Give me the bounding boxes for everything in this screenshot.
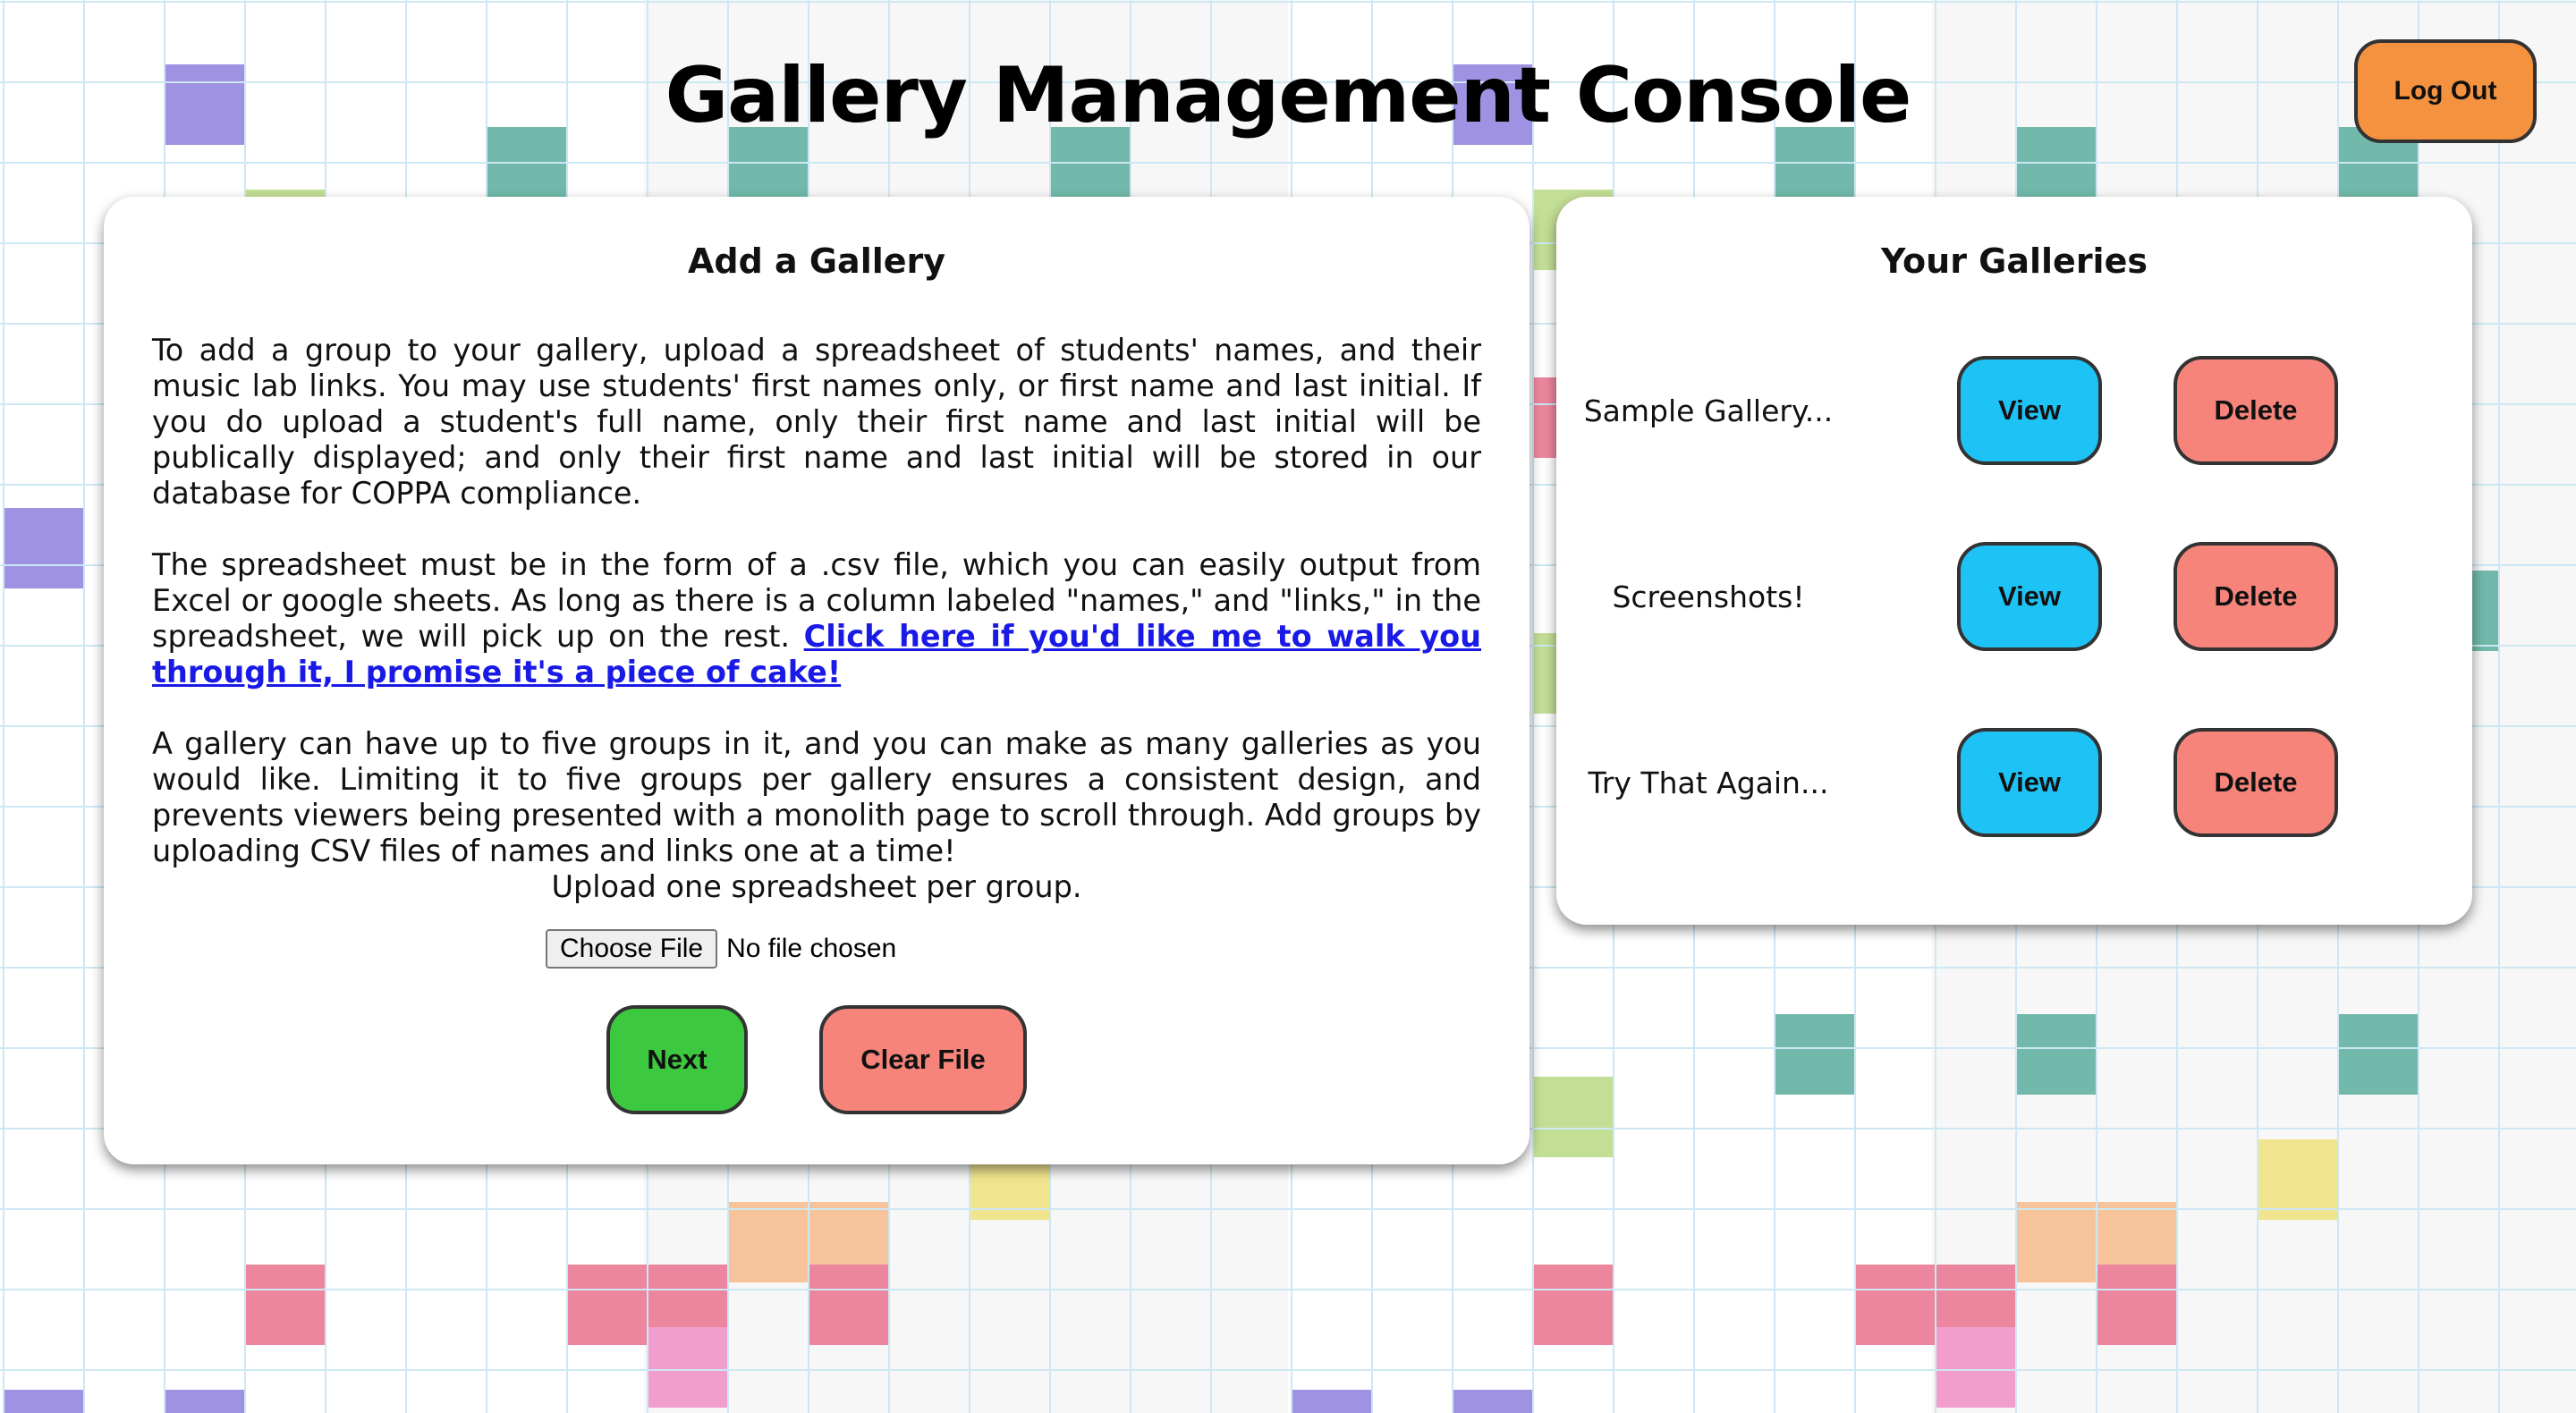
instructions-paragraph-1: To add a group to your gallery, upload a… [152,333,1481,511]
gallery-name: Try That Again... [1588,765,1829,800]
gallery-name: Sample Gallery... [1583,393,1834,428]
background-tile [1533,1077,1614,1157]
your-galleries-heading: Your Galleries [1881,241,2148,281]
background-tile [4,1390,84,1413]
gallery-row: Sample Gallery... View Delete [1556,356,2472,465]
background-tile [1855,1265,1936,1345]
background-tile [4,508,84,588]
background-tile [2338,1014,2419,1095]
background-tile [809,1265,889,1345]
add-gallery-panel: Add a Gallery To add a group to your gal… [104,197,1530,1164]
background-tile [245,1265,326,1345]
gallery-row: Try That Again... View Delete [1556,728,2472,837]
logout-button[interactable]: Log Out [2354,39,2537,143]
background-tile [165,1390,245,1413]
background-tile [2258,1139,2338,1220]
view-gallery-button[interactable]: View [1957,542,2102,651]
background-tile [1936,1327,2016,1408]
delete-gallery-button[interactable]: Delete [2174,728,2338,837]
background-tile [1453,1390,1533,1413]
gallery-name: Screenshots! [1612,579,1805,614]
view-gallery-button[interactable]: View [1957,728,2102,837]
instructions-paragraph-2: The spreadsheet must be in the form of a… [152,547,1481,690]
background-tile [1775,1014,1855,1095]
delete-gallery-button[interactable]: Delete [2174,542,2338,651]
gallery-row: Screenshots! View Delete [1556,542,2472,651]
background-tile [1533,1265,1614,1345]
background-tile [2097,1265,2177,1345]
delete-gallery-button[interactable]: Delete [2174,356,2338,465]
your-galleries-panel: Your Galleries Sample Gallery... View De… [1556,197,2472,925]
add-gallery-heading: Add a Gallery [687,241,946,281]
view-gallery-button[interactable]: View [1957,356,2102,465]
page-title: Gallery Management Console [665,51,1912,140]
background-tile [648,1327,728,1408]
background-tile [2016,1202,2097,1282]
file-status: No file chosen [726,934,897,963]
next-button[interactable]: Next [606,1005,748,1114]
background-tile [2016,1014,2097,1095]
background-tile [567,1265,648,1345]
instructions-paragraph-3: A gallery can have up to five groups in … [152,726,1481,868]
background-tile [728,1202,809,1282]
instructions: To add a group to your gallery, upload a… [152,333,1481,905]
file-input: Choose File No file chosen [546,928,896,969]
upload-label: Upload one spreadsheet per group. [551,869,1082,904]
background-tile [1292,1390,1372,1413]
choose-file-button[interactable]: Choose File [546,929,718,969]
clear-file-button[interactable]: Clear File [819,1005,1027,1114]
